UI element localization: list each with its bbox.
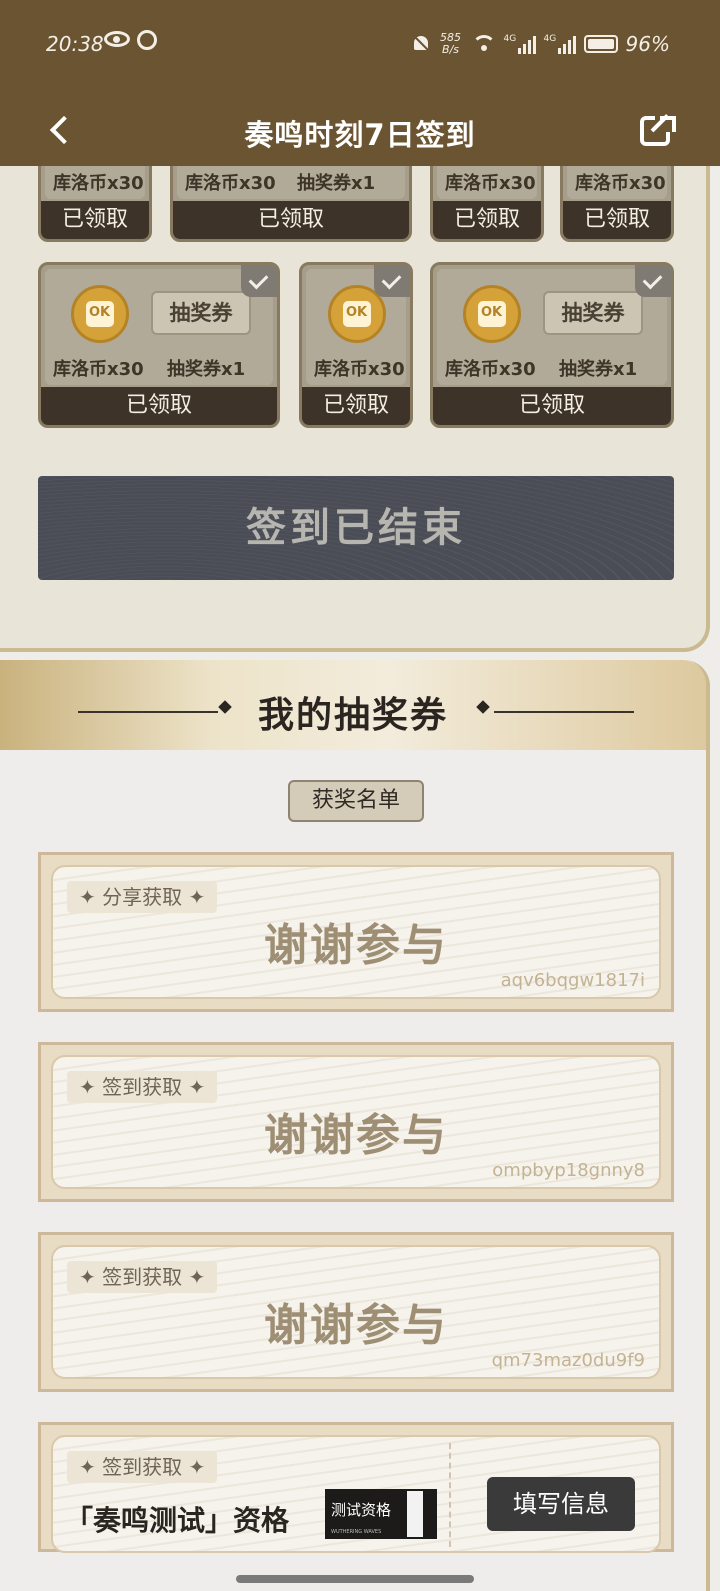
- reward-label: 库洛币x30: [445, 173, 536, 194]
- lottery-ticket-icon: 抽奖券: [543, 291, 643, 335]
- claimed-button[interactable]: 已领取: [563, 201, 671, 239]
- reward-card: 库洛币x30 抽奖券x1 已领取: [170, 166, 412, 242]
- fill-info-button[interactable]: 填写信息: [487, 1477, 635, 1531]
- badge-small-text: WUTHERING WAVES: [331, 1529, 382, 1535]
- claimed-button[interactable]: 已领取: [41, 201, 149, 239]
- reward-card: 库洛币x30 已领取: [299, 262, 413, 428]
- check-icon: [374, 265, 410, 297]
- ticket-result: 谢谢参与: [264, 920, 448, 971]
- status-bar: 20:38 585 B/s 4G 4G 96%: [0, 0, 720, 90]
- check-icon: [241, 265, 277, 297]
- ticket-code: qm73maz0du9f9: [491, 1350, 645, 1371]
- kuro-coin-icon: [463, 285, 521, 343]
- claimed-button[interactable]: 已领取: [302, 387, 410, 425]
- lottery-ticket[interactable]: ✦ 签到获取 ✦ 谢谢参与 ompbyp18gnny8: [38, 1042, 674, 1202]
- share-icon[interactable]: [640, 114, 676, 150]
- winners-list-button[interactable]: 获奖名单: [288, 780, 424, 822]
- lottery-ticket-icon: 抽奖券: [151, 291, 251, 335]
- mute-icon: [412, 34, 430, 54]
- lottery-ticket-prize: ✦ 签到获取 ✦ 「奏鸣测试」资格 测试资格 WUTHERING WAVES 填…: [38, 1422, 674, 1553]
- reward-label: 库洛币x30: [575, 173, 666, 194]
- check-icon: [635, 265, 671, 297]
- ticket-result: 谢谢参与: [264, 1300, 448, 1351]
- tickets-panel: 我的抽奖券 获奖名单 ✦ 分享获取 ✦ 谢谢参与 aqv6bqgw1817i ✦…: [0, 660, 710, 1591]
- reward-card: 库洛币x30 已领取: [430, 166, 544, 242]
- reward-label: 库洛币x30: [53, 359, 144, 380]
- badge-text: 测试资格: [331, 1501, 392, 1519]
- sparkle-icon: [472, 696, 494, 718]
- app-header: 奏鸣时刻7日签到: [0, 90, 720, 166]
- prize-name: 「奏鸣测试」资格: [65, 1504, 290, 1537]
- divider-line: [494, 711, 634, 713]
- eye-icon: [104, 31, 130, 47]
- wifi-icon: [471, 35, 496, 53]
- status-icons: 585 B/s 4G 4G 96%: [412, 30, 670, 58]
- claimed-button[interactable]: 已领取: [41, 387, 277, 425]
- tickets-header: 我的抽奖券: [0, 660, 706, 750]
- reward-card: 抽奖券 库洛币x30 抽奖券x1 已领取: [38, 262, 280, 428]
- battery-level: 96%: [625, 32, 670, 56]
- network-tag-2: 4G: [543, 34, 557, 44]
- reward-label: 库洛币x30: [314, 359, 405, 380]
- ticket-divider: [449, 1443, 451, 1547]
- gesture-nav-handle[interactable]: [236, 1575, 474, 1583]
- alarm-icon: [137, 30, 157, 50]
- reward-label: 库洛币x30: [53, 173, 144, 194]
- reward-card: 库洛币x30 已领取: [560, 166, 674, 242]
- reward-label-2: 抽奖券x1: [167, 359, 246, 380]
- reward-label-2: 抽奖券x1: [297, 173, 376, 194]
- signal-icon-2: 4G: [544, 34, 576, 54]
- network-tag: 4G: [503, 34, 517, 44]
- lottery-ticket[interactable]: ✦ 分享获取 ✦ 谢谢参与 aqv6bqgw1817i: [38, 852, 674, 1012]
- badge-stripe: [407, 1491, 423, 1537]
- signin-panel: 库洛币x30 已领取 库洛币x30 抽奖券x1 已领取 库洛币x30 已领取 库…: [0, 166, 710, 652]
- ticket-code: aqv6bqgw1817i: [500, 970, 645, 991]
- net-speed-unit: B/s: [442, 43, 460, 56]
- page-title: 奏鸣时刻7日签到: [244, 118, 476, 152]
- reward-label: 库洛币x30: [445, 359, 536, 380]
- ticket-result: 谢谢参与: [264, 1110, 448, 1161]
- reward-label: 库洛币x30: [185, 173, 276, 194]
- reward-label-2: 抽奖券x1: [559, 359, 638, 380]
- status-time: 20:38: [46, 32, 104, 56]
- net-speed: 585 B/s: [438, 32, 464, 56]
- signin-ended-button[interactable]: 签到已结束: [38, 476, 674, 580]
- claimed-button[interactable]: 已领取: [433, 201, 541, 239]
- lottery-ticket[interactable]: ✦ 签到获取 ✦ 谢谢参与 qm73maz0du9f9: [38, 1232, 674, 1392]
- reward-card: 库洛币x30 已领取: [38, 166, 152, 242]
- ticket-source: ✦ 签到获取 ✦: [67, 1451, 218, 1483]
- kuro-coin-icon: [71, 285, 129, 343]
- claimed-button[interactable]: 已领取: [433, 387, 671, 425]
- signal-icon: 4G: [504, 34, 536, 54]
- ticket-code: ompbyp18gnny8: [492, 1160, 645, 1181]
- battery-icon: [583, 35, 618, 53]
- claimed-button[interactable]: 已领取: [173, 201, 409, 239]
- reward-card: 抽奖券 库洛币x30 抽奖券x1 已领取: [430, 262, 674, 428]
- test-qualification-badge: 测试资格 WUTHERING WAVES: [325, 1489, 437, 1539]
